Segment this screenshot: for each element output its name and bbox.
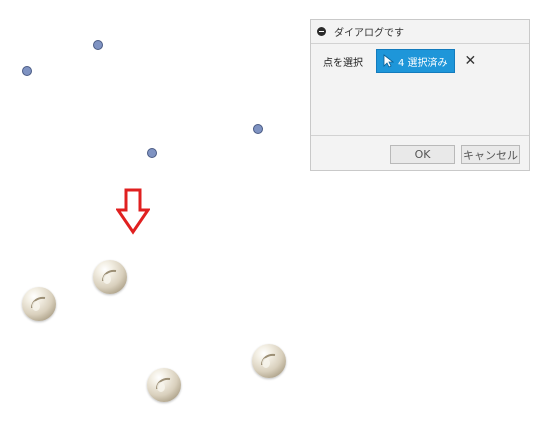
point-selection-label: 点を選択	[323, 57, 363, 69]
dialog-header[interactable]: ダイアログです	[311, 20, 529, 44]
selection-count: 4 選択済み	[398, 57, 448, 69]
sketch-point[interactable]	[93, 40, 103, 50]
command-dialog: ダイアログです 点を選択 4 選択済み ✕ OK キャンセル	[310, 19, 530, 171]
sphere-body[interactable]	[22, 287, 56, 321]
sketch-point[interactable]	[147, 148, 157, 158]
point-selection-row: 点を選択 4 選択済み ✕	[323, 49, 476, 73]
sphere-body[interactable]	[147, 368, 181, 402]
cursor-icon	[383, 54, 394, 68]
collapse-icon[interactable]	[317, 27, 326, 36]
point-selection-button[interactable]: 4 選択済み	[376, 49, 455, 73]
dialog-divider	[311, 135, 529, 136]
sketch-point[interactable]	[22, 66, 32, 76]
cancel-button[interactable]: キャンセル	[461, 145, 520, 164]
arrow-down-icon	[116, 188, 150, 235]
ok-button[interactable]: OK	[390, 145, 455, 164]
sketch-point[interactable]	[253, 124, 263, 134]
sphere-body[interactable]	[93, 260, 127, 294]
sphere-body[interactable]	[252, 344, 286, 378]
close-icon[interactable]: ✕	[465, 54, 477, 68]
dialog-title: ダイアログです	[334, 28, 404, 39]
